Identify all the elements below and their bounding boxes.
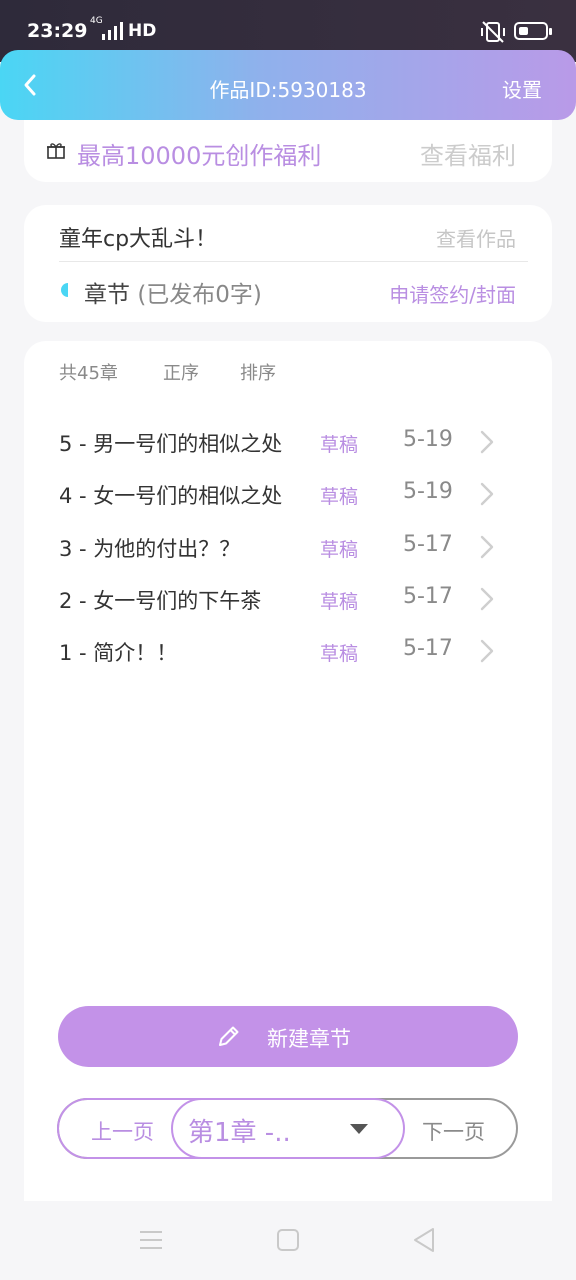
apply-contract-link[interactable]: 申请签约/封面 bbox=[389, 279, 516, 308]
page-title: 作品ID:5930183 bbox=[209, 78, 367, 102]
chapter-status: 草稿 bbox=[320, 486, 359, 508]
chapter-section-label: 章节 (已发布0字) bbox=[84, 275, 262, 309]
pencil-icon bbox=[219, 1026, 239, 1046]
chapter-total: 共45章 bbox=[59, 363, 118, 384]
chapter-status: 草稿 bbox=[320, 539, 359, 561]
gift-icon bbox=[47, 143, 65, 159]
chapter-row[interactable]: 4 - 女一号们的相似之处 草稿 5-19 bbox=[24, 474, 552, 514]
app-header: 作品ID:5930183 设置 bbox=[0, 50, 576, 120]
sort-button[interactable]: 排序 bbox=[240, 359, 276, 385]
selected-chapter: 第1章 -.. bbox=[188, 1118, 291, 1148]
chapter-date: 5-19 bbox=[403, 427, 453, 452]
work-title: 童年cp大乱斗！ bbox=[59, 227, 218, 252]
menu-icon[interactable] bbox=[139, 1229, 163, 1251]
chapter-row[interactable]: 3 - 为他的付出？？ 草稿 5-17 bbox=[24, 527, 552, 567]
chapter-status: 草稿 bbox=[320, 591, 359, 613]
chapter-date: 5-17 bbox=[403, 636, 453, 661]
chevron-right-icon bbox=[480, 587, 494, 611]
chevron-right-icon bbox=[480, 430, 494, 454]
chevron-right-icon bbox=[480, 535, 494, 559]
promo-banner[interactable]: 最高10000元创作福利 查看福利 bbox=[24, 120, 552, 182]
chapter-status: 草稿 bbox=[320, 434, 359, 456]
signal-icon bbox=[102, 22, 123, 40]
chapter-row[interactable]: 5 - 男一号们的相似之处 草稿 5-19 bbox=[24, 422, 552, 462]
hd-indicator: HD bbox=[128, 21, 157, 41]
chapter-row[interactable]: 1 - 简介！！ 草稿 5-17 bbox=[24, 631, 552, 671]
status-time: 23:29 bbox=[27, 20, 88, 42]
chevron-right-icon bbox=[480, 639, 494, 663]
new-chapter-button[interactable]: 新建章节 bbox=[58, 1006, 518, 1067]
chapter-title: 4 - 女一号们的相似之处 bbox=[59, 484, 283, 508]
pagination: 上一页 第1章 -.. 下一页 bbox=[57, 1098, 518, 1159]
chapter-select-dropdown[interactable]: 第1章 -.. bbox=[171, 1098, 405, 1159]
promo-text: 最高10000元创作福利 bbox=[77, 142, 322, 170]
chapter-date: 5-17 bbox=[403, 584, 453, 609]
chevron-right-icon bbox=[480, 482, 494, 506]
chapter-date: 5-17 bbox=[403, 532, 453, 557]
chapter-indicator-icon bbox=[61, 283, 68, 297]
chapter-list-card: 共45章 正序 排序 5 - 男一号们的相似之处 草稿 5-19 4 - 女一号… bbox=[24, 341, 552, 1201]
chapter-label-text: 章节 bbox=[84, 282, 130, 308]
settings-button[interactable]: 设置 bbox=[502, 74, 542, 103]
work-info-card: 童年cp大乱斗！ 查看作品 章节 (已发布0字) 申请签约/封面 bbox=[24, 205, 552, 322]
chapter-date: 5-19 bbox=[403, 479, 453, 504]
prev-page-button[interactable]: 上一页 bbox=[91, 1116, 154, 1146]
chapter-title: 3 - 为他的付出？？ bbox=[59, 537, 241, 561]
view-benefits-link[interactable]: 查看福利 bbox=[420, 136, 516, 171]
system-nav-bar bbox=[0, 1201, 576, 1280]
back-triangle-icon[interactable] bbox=[412, 1227, 436, 1253]
caret-down-icon bbox=[350, 1124, 368, 1134]
chapter-status: 草稿 bbox=[320, 643, 359, 665]
new-chapter-label: 新建章节 bbox=[267, 1027, 351, 1051]
published-count: (已发布0字) bbox=[137, 282, 262, 308]
view-work-link[interactable]: 查看作品 bbox=[436, 223, 516, 252]
next-page-button[interactable]: 下一页 bbox=[422, 1116, 485, 1146]
order-toggle[interactable]: 正序 bbox=[163, 359, 199, 385]
divider bbox=[59, 261, 528, 262]
chapter-row[interactable]: 2 - 女一号们的下午茶 草稿 5-17 bbox=[24, 579, 552, 619]
network-type: 4G bbox=[90, 16, 103, 26]
home-icon[interactable] bbox=[277, 1229, 299, 1251]
chapter-title: 1 - 简介！！ bbox=[59, 641, 178, 665]
vibrate-mute-icon bbox=[481, 21, 505, 43]
chapter-title: 5 - 男一号们的相似之处 bbox=[59, 432, 283, 456]
battery-icon bbox=[514, 22, 552, 40]
chapter-title: 2 - 女一号们的下午茶 bbox=[59, 589, 262, 613]
